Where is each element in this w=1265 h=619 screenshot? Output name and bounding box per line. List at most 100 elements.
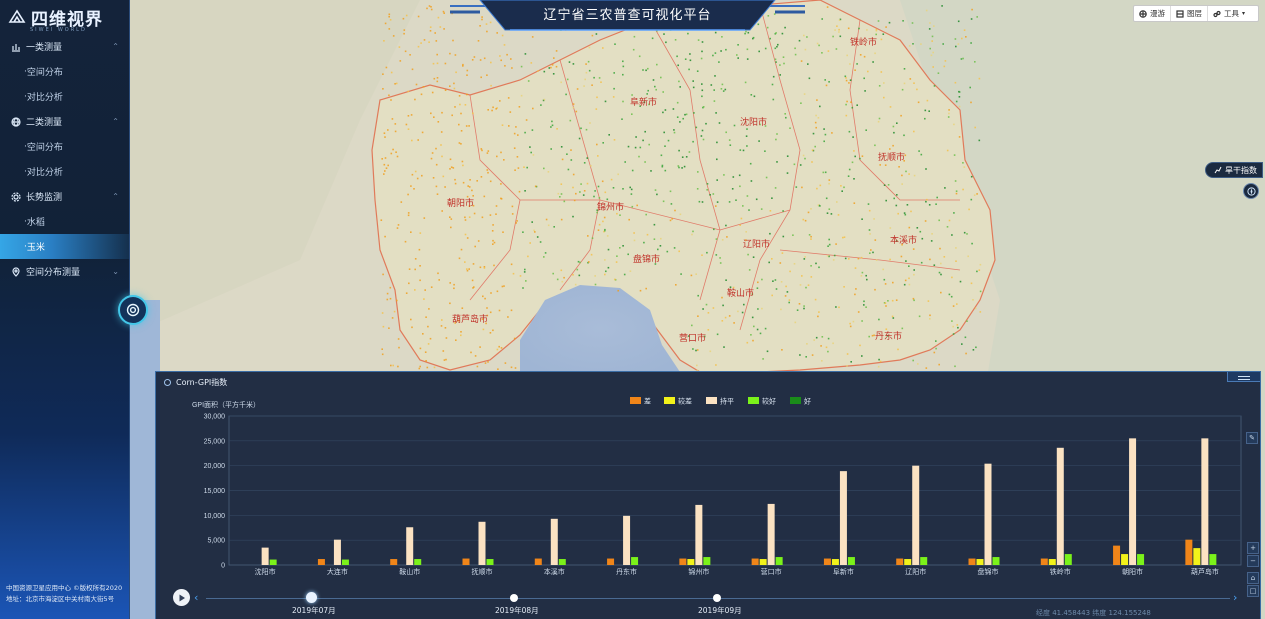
vegetation-pixel (824, 133, 827, 136)
wrench-tool-button[interactable]: ✎ (1246, 432, 1258, 444)
vegetation-pixel (453, 283, 455, 286)
fullscreen-button[interactable]: □ (1247, 585, 1259, 597)
vegetation-pixel (924, 117, 926, 120)
vegetation-pixel (390, 152, 393, 155)
vegetation-pixel (889, 227, 892, 229)
compass-button[interactable] (1243, 183, 1259, 199)
vegetation-pixel (572, 215, 574, 218)
vegetation-pixel (631, 205, 634, 208)
city-label: 铁岭市 (850, 36, 877, 47)
menu-group-spatial-measure[interactable]: 空间分布测量 ⌄ (0, 259, 129, 284)
vegetation-pixel (810, 208, 812, 210)
vegetation-pixel (960, 58, 963, 60)
timeline-node[interactable] (306, 592, 317, 603)
timeline-next-button[interactable]: › (1233, 591, 1237, 604)
vegetation-pixel (821, 18, 823, 20)
bar (823, 558, 831, 565)
vegetation-pixel (607, 248, 610, 251)
vegetation-pixel (929, 318, 931, 320)
menu-item-class1-compare[interactable]: · 对比分析 (0, 84, 129, 109)
sidebar-toggle-button[interactable] (118, 295, 148, 325)
vegetation-pixel (555, 65, 558, 68)
home-icon[interactable]: ⌂ (1247, 572, 1259, 584)
timeline-node[interactable] (510, 594, 518, 602)
panel-collapse-button[interactable] (1227, 372, 1260, 382)
gear-icon (11, 191, 21, 202)
vegetation-pixel (812, 132, 815, 135)
y-tick-label: 15,000 (204, 488, 226, 495)
drought-index-button[interactable]: 旱干指数 (1205, 162, 1263, 178)
vegetation-pixel (859, 54, 862, 56)
vegetation-pixel (504, 65, 506, 67)
bar (1201, 438, 1209, 565)
vegetation-pixel (673, 247, 676, 249)
vegetation-pixel (450, 226, 452, 229)
vegetation-pixel (627, 253, 629, 256)
menu-group-growth[interactable]: 长势监测 ⌃ (0, 184, 129, 209)
vegetation-pixel (798, 303, 801, 305)
menu-group-class2[interactable]: 二类测量 ⌃ (0, 109, 129, 134)
vegetation-pixel (746, 341, 749, 344)
vegetation-pixel (449, 52, 451, 55)
vegetation-pixel (427, 325, 429, 328)
tools-button[interactable]: 工具 ▾ (1208, 6, 1250, 21)
vegetation-pixel (596, 96, 598, 99)
vegetation-pixel (701, 50, 703, 53)
vegetation-pixel (713, 228, 715, 231)
bar (550, 518, 558, 565)
vegetation-pixel (724, 316, 727, 319)
logo-icon (8, 9, 26, 23)
legend-swatch (630, 397, 641, 404)
menu-item-rice[interactable]: · 水稻 (0, 209, 129, 234)
vegetation-pixel (832, 35, 834, 38)
vegetation-pixel (956, 303, 958, 305)
vegetation-pixel (707, 329, 710, 331)
vegetation-pixel (388, 94, 390, 97)
menu-item-class1-spatial[interactable]: · 空间分布 (0, 59, 129, 84)
vegetation-pixel (859, 157, 861, 160)
vegetation-pixel (434, 32, 436, 34)
menu-group-class1[interactable]: 一类测量 ⌃ (0, 34, 129, 59)
vegetation-pixel (676, 116, 679, 118)
vegetation-pixel (701, 129, 704, 132)
timeline-prev-button[interactable]: ‹ (194, 591, 198, 604)
vegetation-pixel (933, 351, 936, 354)
y-tick-label: 0 (221, 563, 225, 570)
zoom-in-button[interactable]: + (1247, 542, 1259, 554)
vegetation-pixel (878, 117, 881, 120)
vegetation-pixel (696, 188, 699, 190)
vegetation-pixel (561, 158, 564, 161)
vegetation-pixel (395, 151, 397, 153)
vegetation-pixel (909, 78, 912, 80)
menu-item-corn[interactable]: · 玉米 (0, 234, 129, 259)
brand-logo[interactable]: 四维视界 SIWEI WORLD (0, 0, 129, 34)
vegetation-pixel (950, 295, 953, 298)
vegetation-pixel (429, 337, 432, 340)
play-button[interactable] (173, 589, 190, 606)
roam-button[interactable]: 漫游 (1134, 6, 1171, 21)
vegetation-pixel (499, 100, 501, 102)
vegetation-pixel (901, 327, 904, 330)
vegetation-pixel (430, 286, 433, 288)
layers-button[interactable]: 图层 (1171, 6, 1208, 21)
vegetation-pixel (670, 203, 673, 205)
vegetation-pixel (872, 61, 874, 63)
bar (269, 559, 277, 565)
vegetation-pixel (918, 150, 920, 152)
menu-item-class2-compare[interactable]: · 对比分析 (0, 159, 129, 184)
vegetation-pixel (724, 88, 727, 91)
vegetation-pixel (653, 223, 656, 226)
vegetation-pixel (745, 231, 747, 233)
vegetation-pixel (433, 116, 435, 118)
y-tick-label: 20,000 (204, 463, 226, 470)
vegetation-pixel (925, 200, 927, 203)
vegetation-pixel (388, 15, 390, 18)
vegetation-pixel (944, 60, 947, 62)
vegetation-pixel (394, 123, 397, 125)
zoom-out-button[interactable]: − (1247, 555, 1259, 567)
vegetation-pixel (438, 279, 440, 281)
timeline-node[interactable] (713, 594, 721, 602)
vegetation-pixel (444, 186, 446, 188)
menu-item-class2-spatial[interactable]: · 空间分布 (0, 134, 129, 159)
vegetation-pixel (828, 243, 831, 246)
